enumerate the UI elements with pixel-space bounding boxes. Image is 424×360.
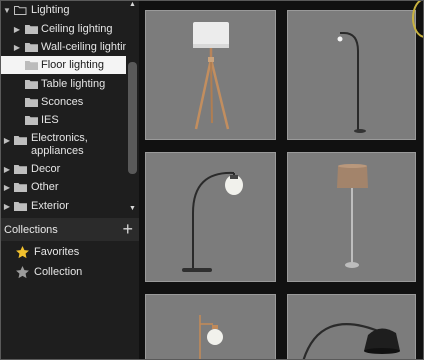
window-frame [0, 0, 424, 360]
